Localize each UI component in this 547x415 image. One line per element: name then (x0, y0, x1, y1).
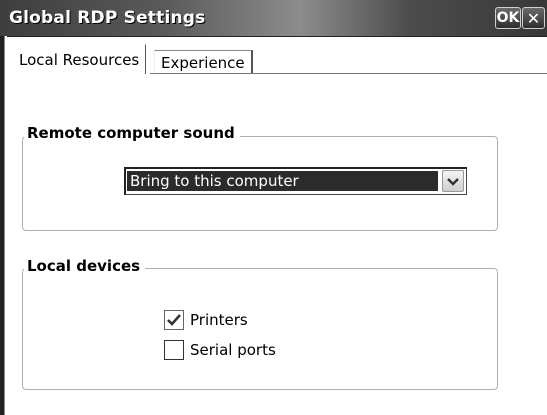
serial-ports-checkbox[interactable] (164, 340, 184, 360)
close-button[interactable]: ✕ (522, 7, 545, 29)
ok-button[interactable]: OK (495, 7, 521, 29)
printers-label: Printers (190, 311, 248, 329)
checkmark-icon (167, 314, 181, 326)
local-devices-group (22, 268, 498, 390)
tab-strip: Local Resources Experience (8, 36, 547, 74)
title-bar: Global RDP Settings OK ✕ (0, 0, 547, 37)
chevron-down-icon (447, 178, 459, 186)
serial-ports-option[interactable]: Serial ports (164, 339, 276, 361)
window-title: Global RDP Settings (9, 8, 206, 28)
remote-sound-group-label: Remote computer sound (24, 124, 240, 142)
serial-ports-label: Serial ports (190, 341, 276, 359)
tab-local-resources[interactable]: Local Resources (12, 44, 147, 74)
remote-sound-dropdown[interactable]: Bring to this computer (124, 167, 467, 195)
local-devices-group-label: Local devices (24, 257, 146, 275)
printers-checkbox[interactable] (164, 310, 184, 330)
dropdown-button[interactable] (442, 170, 464, 192)
printers-option[interactable]: Printers (164, 309, 248, 331)
remote-sound-selected-value[interactable]: Bring to this computer (127, 171, 438, 191)
window-border-inner (4, 36, 7, 415)
close-icon: ✕ (526, 8, 541, 28)
tab-divider (150, 73, 547, 74)
tab-experience[interactable]: Experience (154, 50, 253, 74)
